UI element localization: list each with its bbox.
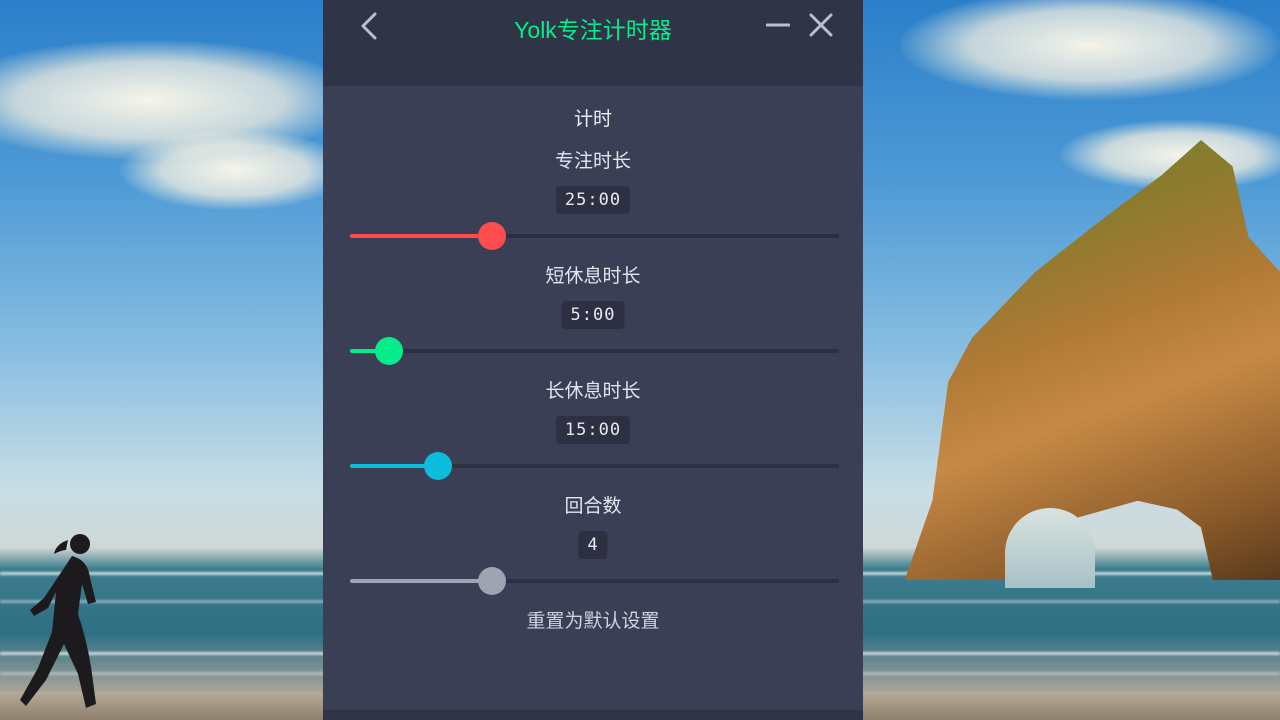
short-break-slider[interactable] [350, 337, 839, 365]
slider-thumb[interactable] [375, 337, 404, 365]
title-bar: Yolk专注计时器 [323, 0, 863, 86]
section-title: 计时 [573, 108, 612, 130]
app-window: Yolk专注计时器 计时 专注时长 25:00 短休息时长 5:00 长休息时长… [323, 0, 863, 720]
focus-duration-slider[interactable] [350, 222, 839, 250]
cloud [900, 0, 1280, 100]
sea-arch-rock [904, 140, 1280, 580]
slider-thumb[interactable] [477, 567, 506, 595]
focus-duration-value: 25:00 [555, 186, 631, 214]
short-break-value: 5:00 [561, 301, 625, 329]
slider-fill [350, 234, 492, 238]
close-button[interactable] [804, 8, 838, 42]
minimize-icon [766, 23, 790, 27]
long-break-slider[interactable] [350, 452, 839, 480]
minimize-button[interactable] [761, 8, 795, 42]
rounds-label: 回合数 [564, 495, 622, 517]
focus-duration-label: 专注时长 [554, 150, 631, 172]
slider-fill [350, 579, 492, 583]
rock-arch-opening [1005, 508, 1095, 588]
slider-thumb[interactable] [477, 222, 506, 250]
slider-thumb[interactable] [424, 452, 453, 480]
cloud [120, 130, 350, 210]
long-break-label: 长休息时长 [545, 380, 641, 402]
short-break-label: 短休息时长 [545, 265, 641, 287]
long-break-value: 15:00 [555, 416, 631, 444]
rounds-value: 4 [578, 531, 608, 559]
bottom-bar [323, 710, 863, 720]
close-icon [809, 13, 833, 37]
runner-silhouette [20, 534, 96, 708]
rounds-slider[interactable] [350, 567, 839, 595]
reset-defaults-button[interactable]: 重置为默认设置 [323, 606, 863, 633]
timer-settings-panel: 计时 专注时长 25:00 短休息时长 5:00 长休息时长 15:00 回合数… [323, 86, 863, 710]
